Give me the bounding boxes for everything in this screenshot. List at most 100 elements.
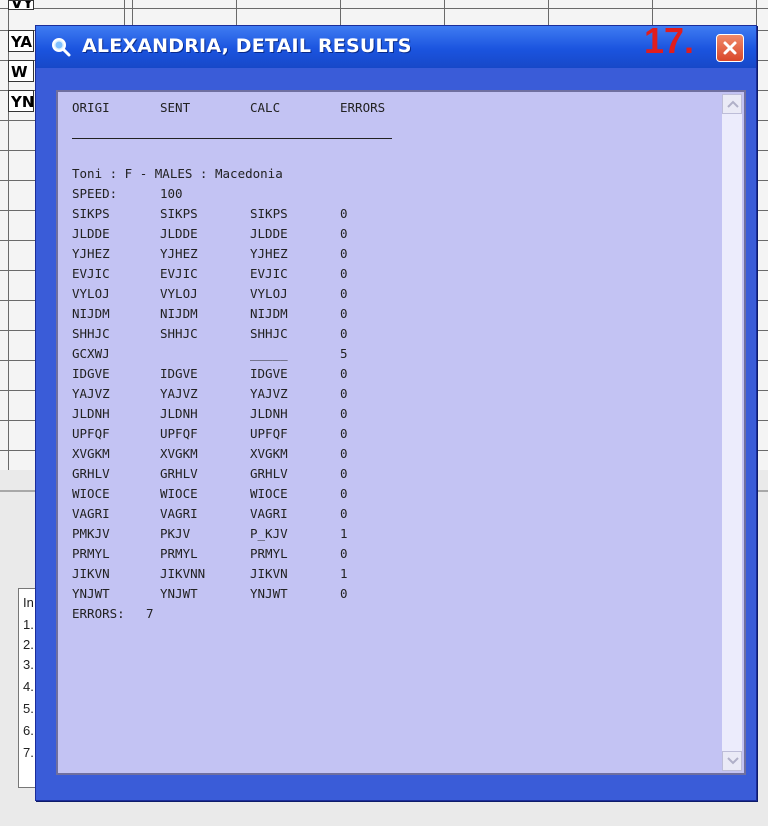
window-client-area: ORIGI SENT CALC ERRORS Toni : F - MALES … [46,74,746,796]
result-orig: IDGVE [72,366,110,381]
scroll-up-arrow-icon [727,100,739,108]
result-sent: JIKVNN [160,566,206,581]
result-calc: XVGKM [250,446,288,461]
result-calc: UPFQF [250,426,288,441]
result-errors: 0 [340,366,348,381]
result-row: JLDDE JLDDE JLDDE 0 [72,224,452,244]
result-calc: GRHLV [250,466,288,481]
result-sent: YAJVZ [160,386,198,401]
result-sent: VYLOJ [160,286,198,301]
result-calc: PRMYL [250,546,288,561]
results-header: ORIGI SENT CALC ERRORS [72,98,452,118]
result-errors: 1 [340,526,348,541]
background-cell[interactable]: YA [8,30,34,52]
result-errors: 0 [340,406,348,421]
result-calc: _____ [250,346,288,361]
speed-value: 100 [160,186,183,201]
result-sent: PKJV [160,526,191,541]
result-calc: NIJDM [250,306,288,321]
scroll-up-button[interactable] [722,94,742,114]
subject-info: Toni : F - MALES : Macedonia [72,166,283,181]
result-sent: JLDNH [160,406,198,421]
list-item: 7. [23,745,34,760]
result-row: YJHEZ YJHEZ YJHEZ 0 [72,244,452,264]
result-sent: XVGKM [160,446,198,461]
result-orig: SHHJC [72,326,110,341]
result-orig: PMKJV [72,526,110,541]
header-separator [72,138,392,139]
result-orig: JLDNH [72,406,110,421]
result-row: UPFQF UPFQF UPFQF 0 [72,424,452,444]
result-errors: 0 [340,226,348,241]
result-calc: EVJIC [250,266,288,281]
result-sent: EVJIC [160,266,198,281]
result-orig: NIJDM [72,306,110,321]
result-orig: YNJWT [72,586,110,601]
result-row: PRMYL PRMYL PRMYL 0 [72,544,452,564]
result-row: YNJWT YNJWT YNJWT 0 [72,584,452,604]
result-calc: YNJWT [250,586,288,601]
result-errors: 0 [340,506,348,521]
step-number-label: 17. [644,20,695,61]
list-item: 6. [23,723,34,738]
result-row: JIKVN JIKVNN JIKVN 1 [72,564,452,584]
result-sent: WIOCE [160,486,198,501]
background-cell[interactable]: VYLOJ [8,0,34,10]
result-errors: 1 [340,566,348,581]
result-sent: NIJDM [160,306,198,321]
speed-label: SPEED: [72,186,118,201]
result-calc: WIOCE [250,486,288,501]
result-calc: SIKPS [250,206,288,221]
result-orig: JIKVN [72,566,110,581]
vertical-scrollbar[interactable] [722,94,742,771]
scroll-down-arrow-icon [727,757,739,765]
result-calc: IDGVE [250,366,288,381]
result-calc: YJHEZ [250,246,288,261]
result-row: EVJIC EVJIC EVJIC 0 [72,264,452,284]
result-orig: VAGRI [72,506,110,521]
window-title: ALEXANDRIA, DETAIL RESULTS [82,35,412,57]
errors-total-value: 7 [146,606,154,621]
errors-total-label: ERRORS: [72,606,125,621]
result-orig: JLDDE [72,226,110,241]
close-button[interactable] [716,34,744,62]
result-row: VAGRI VAGRI VAGRI 0 [72,504,452,524]
result-errors: 0 [340,246,348,261]
result-row: JLDNH JLDNH JLDNH 0 [72,404,452,424]
list-item: 4. [23,679,34,694]
result-row: YAJVZ YAJVZ YAJVZ 0 [72,384,452,404]
result-orig: YAJVZ [72,386,110,401]
result-orig: SIKPS [72,206,110,221]
result-orig: GRHLV [72,466,110,481]
list-item: 3. [23,657,34,672]
background-cell[interactable]: W [8,60,34,82]
list-item: 1. [23,617,34,632]
result-row: GCXWJ _____ 5 [72,344,452,364]
result-row: NIJDM NIJDM NIJDM 0 [72,304,452,324]
result-calc: JIKVN [250,566,288,581]
result-errors: 0 [340,546,348,561]
result-row: GRHLV GRHLV GRHLV 0 [72,464,452,484]
header-origi: ORIGI [72,100,110,115]
close-icon [723,41,737,55]
result-errors: 0 [340,426,348,441]
scroll-down-button[interactable] [722,751,742,771]
title-bar[interactable]: ALEXANDRIA, DETAIL RESULTS 17. [36,20,756,68]
result-row: SIKPS SIKPS SIKPS 0 [72,204,452,224]
result-calc: VAGRI [250,506,288,521]
result-sent: GRHLV [160,466,198,481]
result-sent: IDGVE [160,366,198,381]
result-errors: 0 [340,266,348,281]
result-orig: EVJIC [72,266,110,281]
results-text-area[interactable]: ORIGI SENT CALC ERRORS Toni : F - MALES … [56,90,746,775]
result-row: SHHJC SHHJC SHHJC 0 [72,324,452,344]
result-calc: P_KJV [250,526,288,541]
list-item: 2. [23,637,34,652]
detail-results-window[interactable]: ALEXANDRIA, DETAIL RESULTS 17. ORIGI SEN… [35,20,757,801]
result-errors: 0 [340,286,348,301]
result-sent: SIKPS [160,206,198,221]
background-cell[interactable]: YN [8,90,34,112]
speed-line: SPEED: 100 [72,184,272,204]
header-sent: SENT [160,100,191,115]
result-calc: SHHJC [250,326,288,341]
